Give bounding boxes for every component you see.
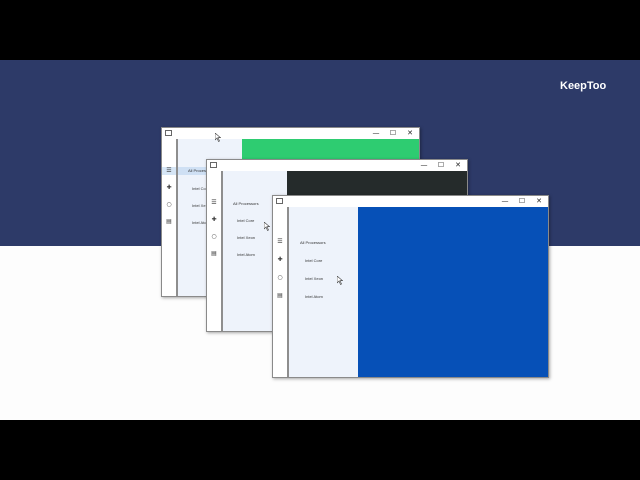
folder-icon[interactable]: ▤	[162, 218, 176, 226]
hamburger-icon[interactable]: ☰	[273, 238, 287, 246]
nav-item-intel-xeon[interactable]: Intel Xe	[192, 203, 206, 208]
nav-item-all-processors[interactable]: All Processors	[300, 240, 326, 245]
brand-logo-text: KeepToo	[560, 80, 607, 92]
refresh-icon[interactable]: ○	[162, 201, 176, 209]
plus-icon[interactable]: ✚	[273, 256, 287, 264]
maximize-button[interactable]: ☐	[515, 196, 529, 207]
app-icon	[276, 198, 283, 204]
nav-item-intel-core[interactable]: Intel Co	[192, 186, 206, 191]
nav-item-intel-core[interactable]: Intel Core	[305, 258, 322, 263]
refresh-icon[interactable]: ○	[207, 233, 221, 241]
title-bar[interactable]: — ☐ ✕	[162, 128, 419, 139]
close-button[interactable]: ✕	[403, 128, 417, 139]
minimize-button[interactable]: —	[498, 196, 512, 207]
close-button[interactable]: ✕	[451, 160, 465, 171]
maximize-button[interactable]: ☐	[434, 160, 448, 171]
folder-icon[interactable]: ▤	[207, 250, 221, 258]
icon-rail: ☰ ✚ ○ ▤	[273, 207, 289, 377]
title-bar[interactable]: — ☐ ✕	[207, 160, 467, 171]
content-area	[242, 139, 419, 159]
letterbox-bottom	[0, 420, 640, 480]
nav-item-intel-atom[interactable]: Intel Atom	[237, 252, 255, 257]
plus-icon[interactable]: ✚	[207, 216, 221, 224]
nav-item-intel-core[interactable]: Intel Core	[237, 218, 254, 223]
nav-item-intel-xeon[interactable]: Intel Xeon	[305, 276, 323, 281]
hamburger-icon[interactable]: ☰	[162, 167, 176, 175]
app-icon	[210, 162, 217, 168]
nav-item-all-processors[interactable]: All Processors	[233, 201, 259, 206]
refresh-icon[interactable]: ○	[273, 274, 287, 282]
folder-icon[interactable]: ▤	[273, 292, 287, 300]
close-button[interactable]: ✕	[532, 196, 546, 207]
nav-item-intel-atom[interactable]: Intel Ato	[192, 220, 206, 225]
nav-pane: All Processors Intel Core Intel Xeon Int…	[289, 207, 358, 377]
content-area	[287, 171, 467, 195]
icon-rail: ☰ ✚ ○ ▤	[207, 171, 223, 331]
nav-item-intel-xeon[interactable]: Intel Xeon	[237, 235, 255, 240]
maximize-button[interactable]: ☐	[386, 128, 400, 139]
letterbox-top	[0, 0, 640, 60]
icon-rail: ☰ ✚ ○ ▤	[162, 139, 178, 296]
minimize-button[interactable]: —	[417, 160, 431, 171]
app-icon	[165, 130, 172, 136]
content-area	[358, 207, 548, 377]
minimize-button[interactable]: —	[369, 128, 383, 139]
app-window-front[interactable]: — ☐ ✕ ☰ ✚ ○ ▤ All Processors Intel Core …	[272, 195, 549, 378]
plus-icon[interactable]: ✚	[162, 184, 176, 192]
hamburger-icon[interactable]: ☰	[207, 199, 221, 207]
nav-item-intel-atom[interactable]: Intel Atom	[305, 294, 323, 299]
title-bar[interactable]: — ☐ ✕	[273, 196, 548, 207]
